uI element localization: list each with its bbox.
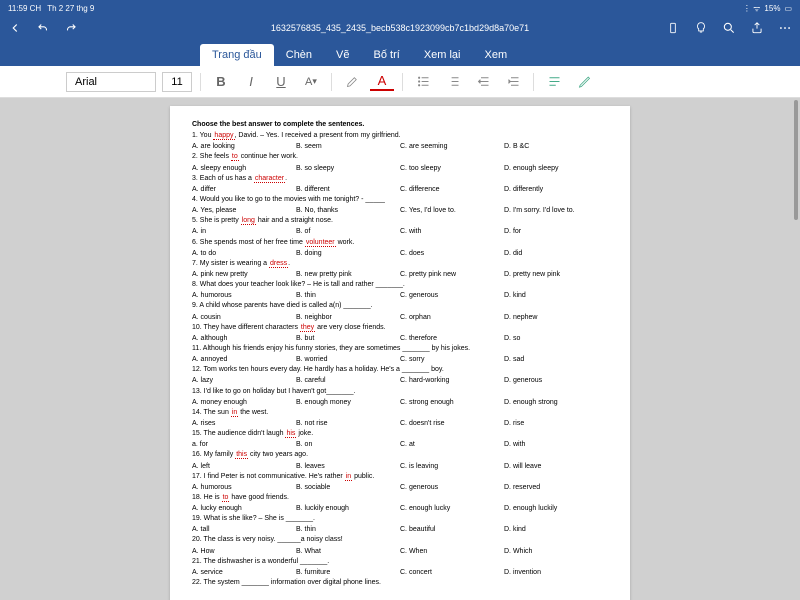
scrollbar[interactable] [794, 100, 798, 220]
document-page[interactable]: Choose the best answer to complete the s… [170, 106, 630, 600]
font-selector[interactable]: Arial [66, 72, 156, 92]
numbering-button[interactable] [441, 70, 465, 94]
doc-heading: Choose the best answer to complete the s… [192, 121, 364, 128]
status-date: Th 2 27 thg 9 [47, 4, 94, 13]
status-time: 11:59 CH [8, 4, 41, 13]
mobile-icon[interactable] [666, 21, 680, 35]
title-bar: 1632576835_435_2435_becb538c1923099cb7c1… [0, 16, 800, 40]
styles-button[interactable] [542, 70, 566, 94]
battery-icon: ▭ [784, 4, 792, 13]
tab-layout[interactable]: Bố trí [362, 44, 412, 66]
lightbulb-icon[interactable] [694, 21, 708, 35]
ribbon-tabs: Trang đầu Chèn Vẽ Bố trí Xem lại Xem [0, 40, 800, 66]
search-icon[interactable] [722, 21, 736, 35]
tab-draw[interactable]: Vẽ [324, 44, 361, 66]
strike-button[interactable]: A▾ [299, 70, 323, 94]
indent-button[interactable] [501, 70, 525, 94]
share-icon[interactable] [750, 21, 764, 35]
document-title: 1632576835_435_2435_becb538c1923099cb7c1… [271, 23, 529, 33]
status-bar: 11:59 CH Th 2 27 thg 9 ⋮ ᯤ 15% ▭ [0, 0, 800, 16]
underline-button[interactable]: U [269, 70, 293, 94]
more-icon[interactable] [778, 21, 792, 35]
bold-button[interactable]: B [209, 70, 233, 94]
bullets-button[interactable] [411, 70, 435, 94]
italic-button[interactable]: I [239, 70, 263, 94]
font-color-button[interactable]: A [370, 73, 394, 91]
tab-insert[interactable]: Chèn [274, 44, 324, 66]
back-icon[interactable] [8, 21, 22, 35]
tab-home[interactable]: Trang đầu [200, 44, 274, 66]
undo-icon[interactable] [36, 21, 50, 35]
redo-icon[interactable] [64, 21, 78, 35]
toolbar: Arial 11 B I U A▾ A [0, 66, 800, 98]
workspace[interactable]: Choose the best answer to complete the s… [0, 98, 800, 600]
battery-text: 15% [764, 4, 780, 13]
outdent-button[interactable] [471, 70, 495, 94]
format-button[interactable] [572, 70, 596, 94]
wifi-icon: ⋮ ᯤ [743, 3, 761, 14]
tab-view[interactable]: Xem [473, 44, 520, 66]
tab-review[interactable]: Xem lại [412, 44, 473, 66]
font-size[interactable]: 11 [162, 72, 192, 92]
highlight-button[interactable] [340, 70, 364, 94]
